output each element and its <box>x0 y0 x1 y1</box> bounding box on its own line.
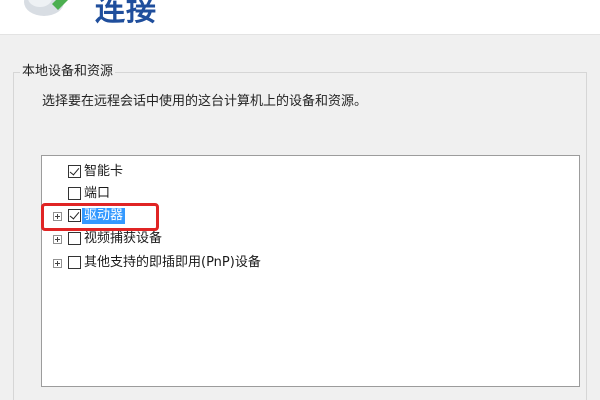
local-resources-group-label: 本地设备和资源 <box>20 64 116 80</box>
ports-label: 端口 <box>84 186 111 201</box>
video-capture-expand-icon[interactable] <box>53 235 62 244</box>
video-capture-label: 视频捕获设备 <box>84 231 163 246</box>
smart-card-checkbox[interactable] <box>68 165 81 178</box>
ports-checkbox[interactable] <box>68 187 81 200</box>
drives-checkbox[interactable] <box>68 209 81 222</box>
page-title: 连接 <box>95 0 157 28</box>
tree-item-video-capture[interactable]: 视频捕获设备 <box>42 228 577 250</box>
video-capture-checkbox[interactable] <box>68 232 81 245</box>
smart-card-label: 智能卡 <box>84 164 124 179</box>
tree-item-ports[interactable]: 端口 <box>42 183 577 205</box>
connection-header: 连接 <box>0 0 600 35</box>
pnp-devices-label: 其他支持的即插即用(PnP)设备 <box>84 255 261 270</box>
tree-item-drives[interactable]: 驱动器 <box>42 205 577 227</box>
tree-item-smart-card[interactable]: 智能卡 <box>42 161 577 183</box>
remote-desktop-logo-icon <box>24 0 68 16</box>
pnp-devices-expand-icon[interactable] <box>53 259 62 268</box>
remote-desktop-options-window: 连接 本地设备和资源 选择要在远程会话中使用的这台计算机上的设备和资源。 智能卡… <box>0 0 600 400</box>
pnp-devices-checkbox[interactable] <box>68 256 81 269</box>
device-tree-list[interactable]: 智能卡 端口 驱动器 视频捕获设备 其他支持的即插即用(PnP)设备 <box>41 155 580 387</box>
drives-expand-icon[interactable] <box>53 212 62 221</box>
local-resources-description: 选择要在远程会话中使用的这台计算机上的设备和资源。 <box>42 94 368 109</box>
drives-label: 驱动器 <box>82 208 126 224</box>
tree-item-pnp-devices[interactable]: 其他支持的即插即用(PnP)设备 <box>42 252 577 274</box>
